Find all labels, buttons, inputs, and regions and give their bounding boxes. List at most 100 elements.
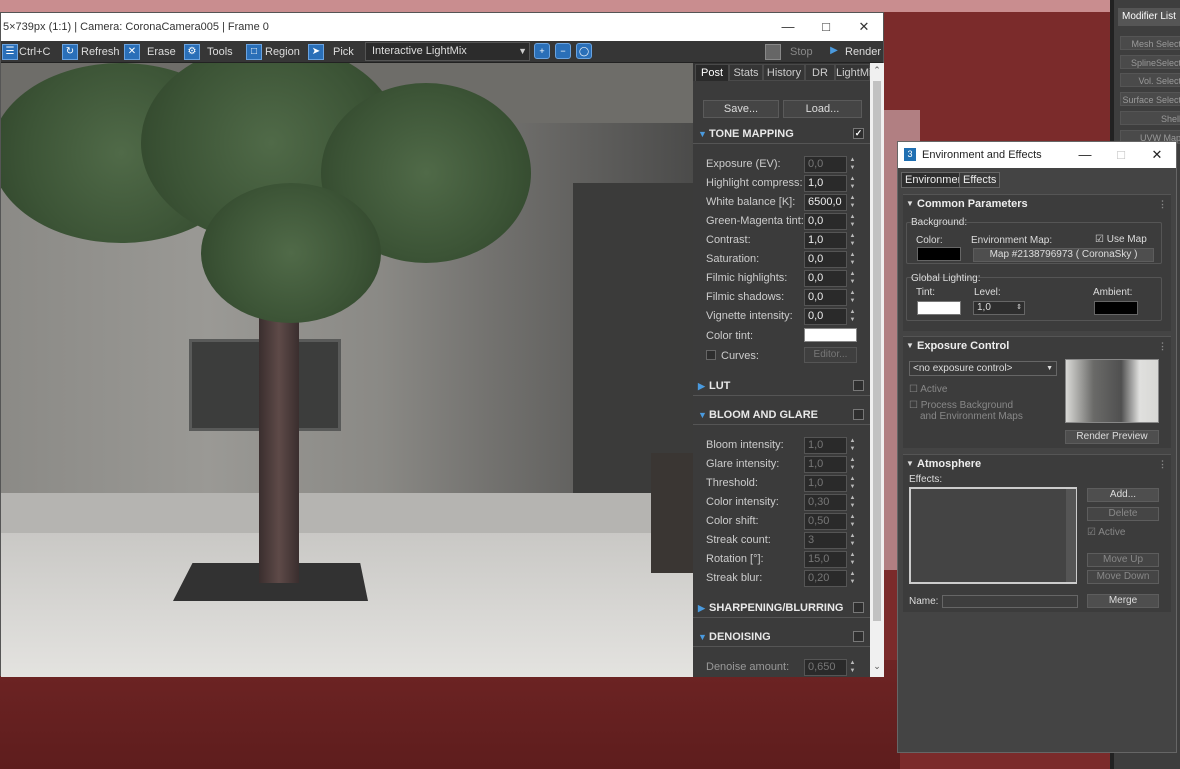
denoise-field[interactable]: 0,650	[804, 659, 847, 676]
rollout-header[interactable]: ▼ Exposure Control ⋮	[903, 337, 1171, 355]
vignette-field[interactable]: 0,0	[804, 308, 847, 325]
scroll-thumb[interactable]	[873, 81, 881, 621]
exposure-active-checkbox[interactable]: ☐ Active	[909, 384, 947, 395]
spinner-icon[interactable]: ▲ ▼	[848, 251, 857, 268]
background-color-swatch[interactable]	[917, 247, 961, 261]
exposure-dropdown[interactable]: <no exposure control> ▼	[909, 361, 1057, 376]
effect-active-checkbox[interactable]: ☑ Active	[1087, 527, 1125, 538]
merge-button[interactable]: Merge	[1087, 594, 1159, 608]
spinner-icon[interactable]: ▲ ▼	[848, 570, 857, 587]
zoom-in-icon[interactable]: +	[534, 43, 550, 59]
rendered-image[interactable]	[1, 63, 693, 677]
modifier-button[interactable]: Vol. Select	[1120, 73, 1180, 87]
streak-blur-field[interactable]: 0,20	[804, 570, 847, 587]
section-checkbox[interactable]	[853, 409, 864, 420]
effect-name-field[interactable]	[942, 595, 1078, 608]
streak-count-field[interactable]: 3	[804, 532, 847, 549]
process-bg-checkbox[interactable]: ☐ Process Background	[909, 400, 1013, 411]
tab-dr[interactable]: DR	[805, 64, 835, 81]
spinner-icon[interactable]: ▲ ▼	[848, 513, 857, 530]
lightmix-dropdown[interactable]: Interactive LightMix ▼	[365, 42, 530, 61]
effects-list[interactable]	[909, 487, 1077, 584]
spinner-icon[interactable]: ▲ ▼	[848, 532, 857, 549]
minimize-button[interactable]: —	[1068, 142, 1102, 168]
spinner-icon[interactable]: ▲ ▼	[848, 213, 857, 230]
threshold-field[interactable]: 1,0	[804, 475, 847, 492]
spinner-icon[interactable]: ▲ ▼	[848, 232, 857, 249]
tools-button[interactable]: ⚙ Tools	[183, 42, 235, 62]
spinner-icon[interactable]: ▲ ▼	[848, 551, 857, 568]
region-button[interactable]: □ Region	[245, 42, 301, 62]
close-button[interactable]: ✕	[845, 13, 883, 41]
tab-post[interactable]: Post	[695, 64, 729, 81]
render-preview-button[interactable]: Render Preview	[1065, 430, 1159, 444]
load-button[interactable]: Load...	[783, 100, 862, 118]
close-button[interactable]: ✕	[1140, 142, 1174, 168]
spinner-icon[interactable]: ⇕	[1016, 302, 1022, 314]
filmic-highlights-field[interactable]: 0,0	[804, 270, 847, 287]
ambient-color-swatch[interactable]	[1094, 301, 1138, 315]
section-tone-mapping[interactable]: ▼ TONE MAPPING ✓	[693, 124, 870, 144]
spinner-icon[interactable]: ▲ ▼	[848, 175, 857, 192]
spinner-icon[interactable]: ▲ ▼	[848, 456, 857, 473]
color-shift-field[interactable]: 0,50	[804, 513, 847, 530]
rollout-header[interactable]: ▼ Atmosphere ⋮	[903, 455, 1171, 473]
section-checkbox[interactable]	[853, 380, 864, 391]
refresh-button[interactable]: ↻ Refresh	[61, 42, 120, 62]
glare-intensity-field[interactable]: 1,0	[804, 456, 847, 473]
exposure-field[interactable]: 0,0	[804, 156, 847, 173]
highlight-compress-field[interactable]: 1,0	[804, 175, 847, 192]
saturation-field[interactable]: 0,0	[804, 251, 847, 268]
effects-list-scrollbar[interactable]	[1066, 489, 1076, 582]
maximize-button[interactable]: □	[1104, 142, 1138, 168]
curves-editor-button[interactable]: Editor...	[804, 347, 857, 363]
section-checkbox[interactable]: ✓	[853, 128, 864, 139]
tab-effects[interactable]: Effects	[959, 172, 1001, 188]
modifier-button[interactable]: Mesh Select	[1120, 36, 1180, 50]
save-button[interactable]: Save...	[703, 100, 779, 118]
spinner-icon[interactable]: ▲ ▼	[848, 475, 857, 492]
spinner-icon[interactable]: ▲ ▼	[848, 194, 857, 211]
section-denoising[interactable]: ▼ DENOISING	[693, 627, 870, 647]
minimize-button[interactable]: —	[769, 13, 807, 41]
move-up-button[interactable]: Move Up	[1087, 553, 1159, 567]
color-intensity-field[interactable]: 0,30	[804, 494, 847, 511]
delete-effect-button[interactable]: Delete	[1087, 507, 1159, 521]
contrast-field[interactable]: 1,0	[804, 232, 847, 249]
stop-button[interactable]: Stop	[764, 42, 814, 62]
move-down-button[interactable]: Move Down	[1087, 570, 1159, 584]
section-checkbox[interactable]	[853, 602, 864, 613]
zoom-out-icon[interactable]: −	[555, 43, 571, 59]
tint-field[interactable]: 0,0	[804, 213, 847, 230]
section-lut[interactable]: ▶ LUT	[693, 376, 870, 396]
spinner-icon[interactable]: ▲ ▼	[848, 494, 857, 511]
section-bloom-glare[interactable]: ▼ BLOOM AND GLARE	[693, 405, 870, 425]
rotation-field[interactable]: 15,0	[804, 551, 847, 568]
spinner-icon[interactable]: ▲ ▼	[848, 659, 857, 676]
level-spinner[interactable]: 1,0 ⇕	[973, 301, 1025, 315]
modifier-button[interactable]: Surface Select	[1120, 92, 1180, 106]
spinner-icon[interactable]: ▲ ▼	[848, 308, 857, 325]
scroll-up-icon[interactable]: ⌃	[870, 65, 884, 76]
tab-stats[interactable]: Stats	[729, 64, 763, 81]
environment-map-button[interactable]: Map #2138796973 ( CoronaSky )	[973, 248, 1154, 262]
section-checkbox[interactable]	[853, 631, 864, 642]
tab-history[interactable]: History	[763, 64, 805, 81]
curves-checkbox[interactable]	[706, 350, 716, 360]
rollout-header[interactable]: ▼ Common Parameters ⋮	[903, 195, 1171, 213]
scroll-down-icon[interactable]: ⌄	[870, 661, 884, 672]
bloom-intensity-field[interactable]: 1,0	[804, 437, 847, 454]
spinner-icon[interactable]: ▲ ▼	[848, 270, 857, 287]
copy-button[interactable]: ☰ Ctrl+C	[1, 42, 57, 62]
modifier-list-dropdown[interactable]: Modifier List	[1118, 8, 1180, 26]
modifier-button[interactable]: Shell	[1120, 111, 1180, 125]
tab-lightmix[interactable]: LightMix	[835, 64, 870, 81]
filmic-shadows-field[interactable]: 0,0	[804, 289, 847, 306]
section-sharpening[interactable]: ▶ SHARPENING/BLURRING	[693, 598, 870, 618]
zoom-fit-icon[interactable]: ◯	[576, 43, 592, 59]
tint-color-swatch[interactable]	[917, 301, 961, 315]
white-balance-field[interactable]: 6500,0	[804, 194, 847, 211]
add-effect-button[interactable]: Add...	[1087, 488, 1159, 502]
erase-button[interactable]: ✕ Erase	[123, 42, 176, 62]
spinner-icon[interactable]: ▲ ▼	[848, 437, 857, 454]
